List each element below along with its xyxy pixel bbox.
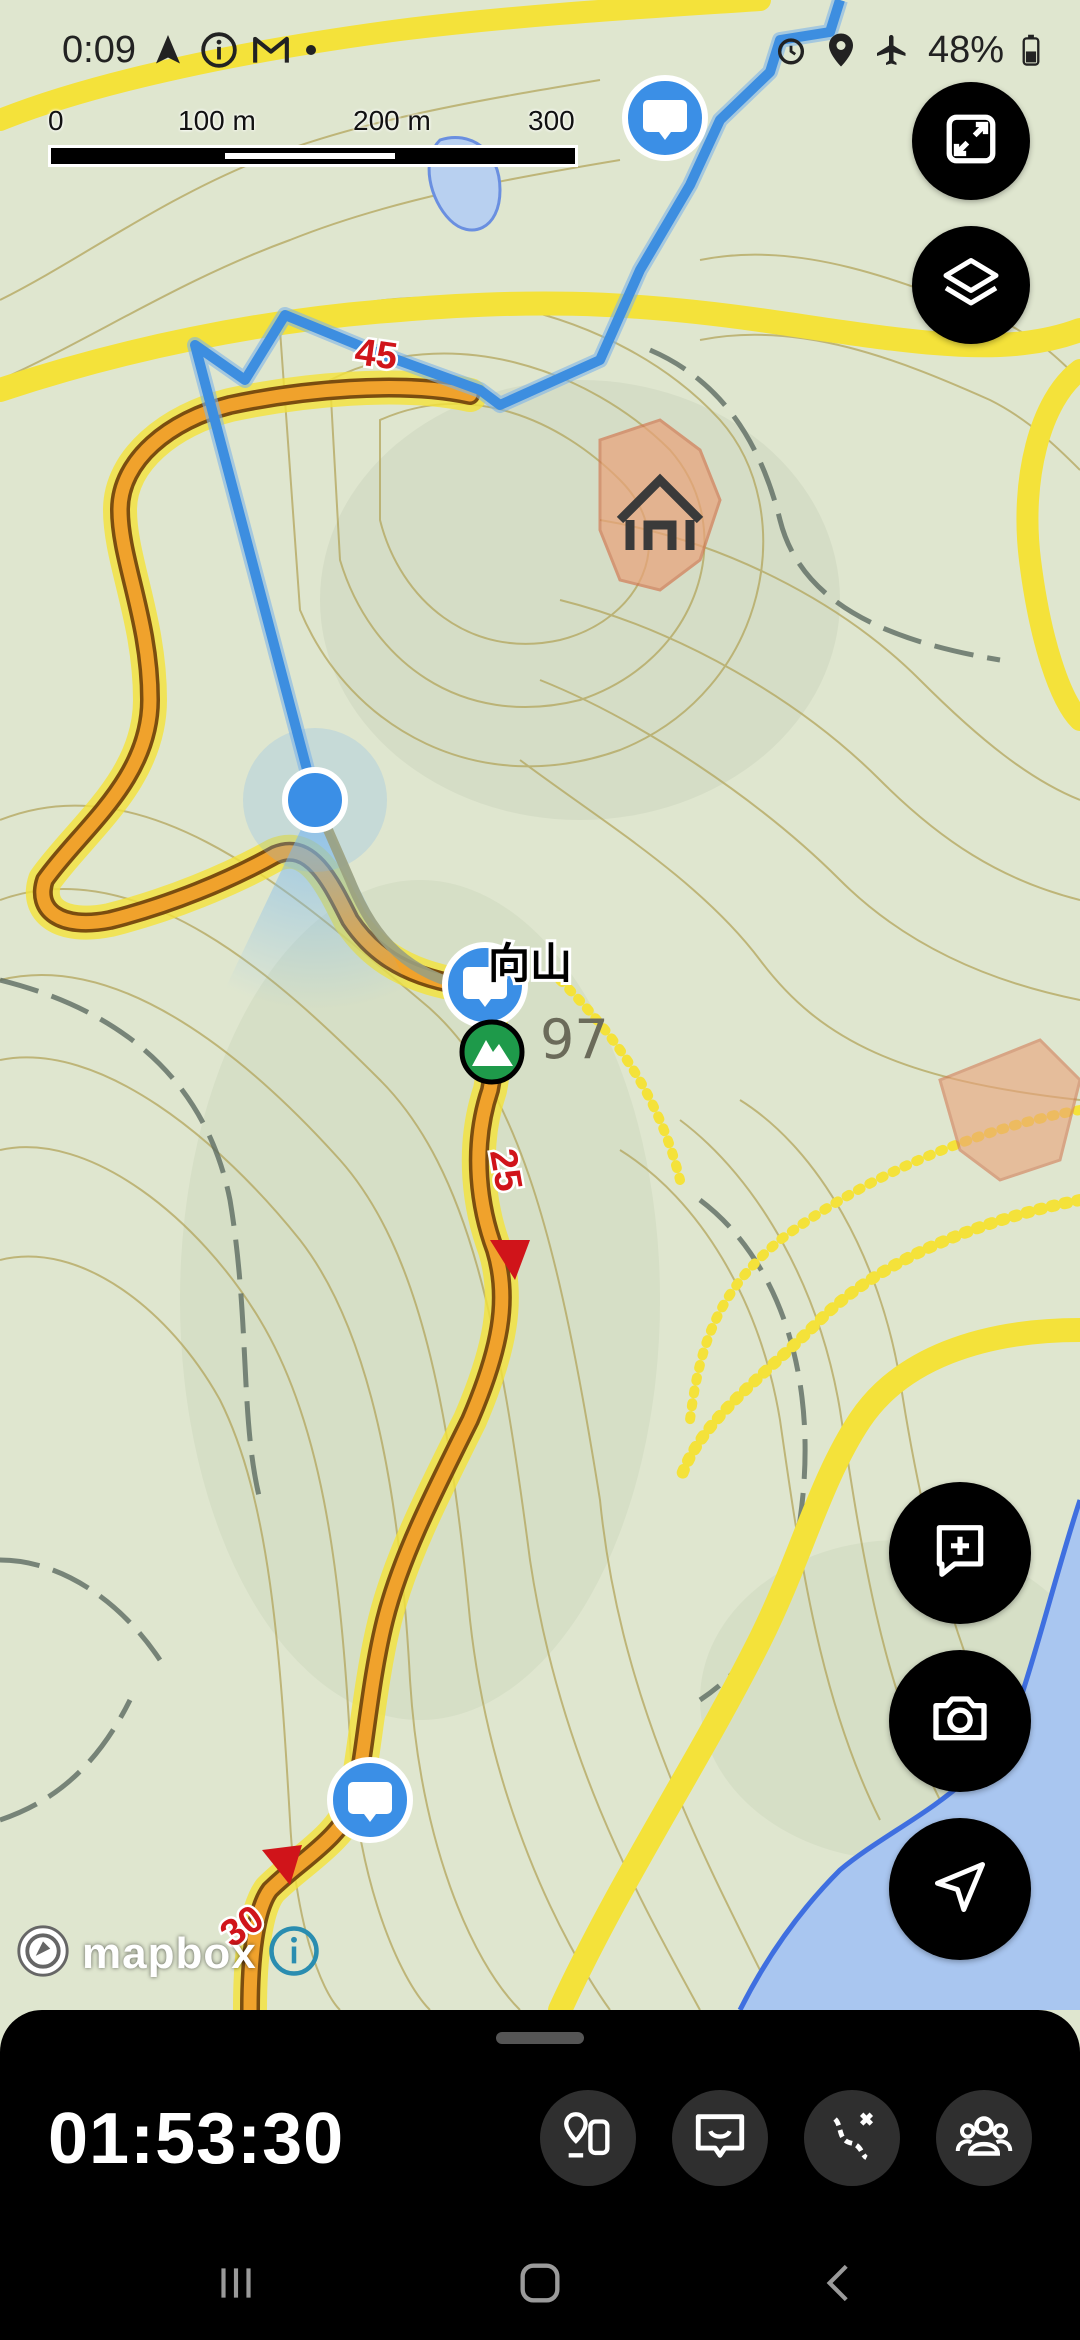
scale-label-100m: 100 m — [178, 105, 256, 136]
home-button[interactable] — [500, 2250, 580, 2320]
battery-icon — [1022, 34, 1040, 66]
home-icon — [514, 2257, 566, 2314]
recent-apps-icon — [211, 2258, 261, 2313]
elevation-label: 97 — [540, 1008, 609, 1071]
gmail-icon — [252, 34, 290, 66]
waypoint-marker-bottom — [327, 1757, 413, 1843]
navigate-button[interactable] — [889, 1818, 1031, 1960]
waypoint-gallery-icon — [559, 2107, 617, 2170]
attribution-info-icon[interactable] — [267, 1924, 321, 1983]
group-icon — [954, 2106, 1014, 2171]
info-icon — [200, 31, 238, 69]
scale-segment — [225, 153, 395, 159]
fullscreen-button[interactable] — [912, 82, 1030, 200]
navigation-arrow-icon — [150, 32, 186, 68]
scale-label-0: 0 — [48, 105, 64, 136]
distance-marker-45: 45 — [352, 331, 400, 378]
layers-button[interactable] — [912, 226, 1030, 344]
route-icon — [823, 2107, 881, 2170]
elapsed-timer: 01:53:30 — [48, 2099, 345, 2179]
current-location-dot — [282, 767, 348, 833]
mapbox-wordmark: mapbox — [82, 1928, 257, 1978]
chat-message-icon — [691, 2107, 749, 2170]
add-note-icon — [929, 1520, 991, 1587]
group-button[interactable] — [936, 2090, 1032, 2186]
location-icon — [826, 32, 856, 68]
back-icon — [815, 2258, 865, 2313]
waypoint-gallery-button[interactable] — [540, 2090, 636, 2186]
route-button[interactable] — [804, 2090, 900, 2186]
scale-label-200m: 200 m — [353, 105, 431, 136]
map-attribution: mapbox — [14, 1922, 321, 1985]
system-nav-bar — [0, 2250, 1080, 2320]
add-note-button[interactable] — [889, 1482, 1031, 1624]
recent-apps-button[interactable] — [196, 2250, 276, 2320]
bottom-panel: 01:53:30 — [0, 2010, 1080, 2340]
scale-track — [48, 145, 578, 167]
summit-icon — [459, 1019, 525, 1085]
peak-name-label: 向山 — [488, 939, 572, 988]
camera-button[interactable] — [889, 1650, 1031, 1792]
layers-icon — [941, 253, 1001, 318]
status-time: 0:09 — [62, 28, 136, 71]
status-right: 48% — [774, 29, 1040, 72]
status-bar: 0:09 48% — [0, 0, 1080, 100]
mapbox-logo-icon — [14, 1922, 72, 1985]
camera-icon — [928, 1687, 992, 1756]
alarm-icon — [774, 33, 808, 67]
scale-bar: 0 100 m 200 m 300 m — [48, 105, 588, 168]
distance-marker-25: 25 — [481, 1146, 530, 1195]
status-left: 0:09 — [62, 29, 318, 72]
dot-icon — [304, 43, 318, 57]
chat-message-button[interactable] — [672, 2090, 768, 2186]
back-button[interactable] — [800, 2250, 880, 2320]
battery-percent: 48% — [927, 28, 1004, 71]
fullscreen-icon — [942, 110, 1000, 173]
navigate-icon — [930, 1857, 990, 1922]
drag-handle[interactable] — [496, 2032, 584, 2044]
airplane-mode-icon — [874, 32, 910, 68]
